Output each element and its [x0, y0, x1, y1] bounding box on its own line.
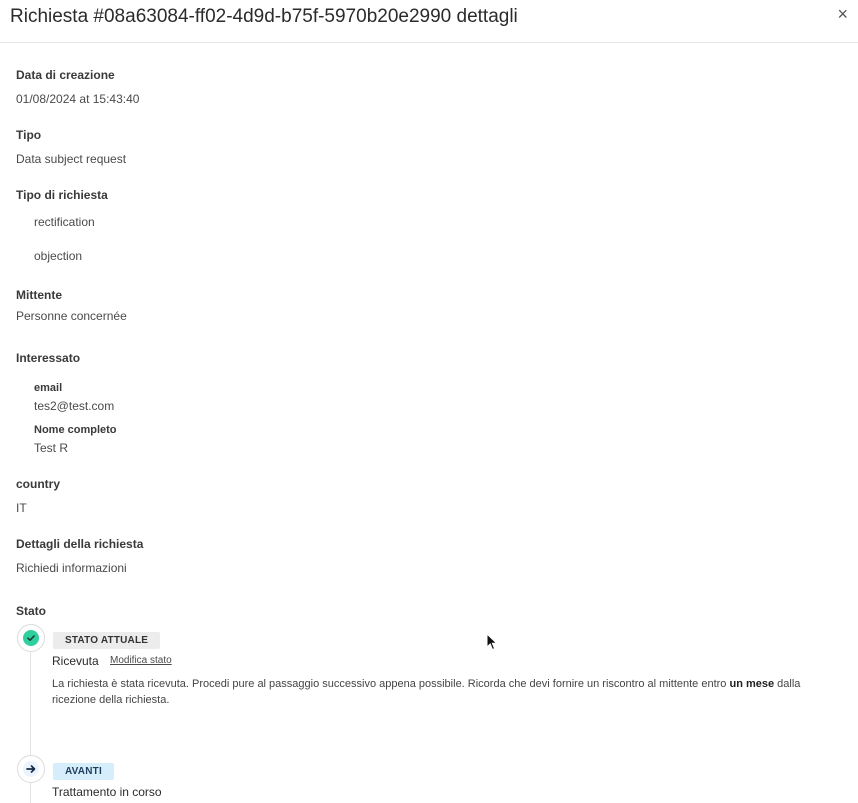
creation-date-value: 01/08/2024 at 15:43:40: [16, 92, 140, 106]
current-status-badge: STATO ATTUALE: [53, 632, 161, 649]
email-label: email: [34, 382, 63, 394]
current-status-name: Ricevuta: [52, 654, 99, 668]
modal-title: Richiesta #08a63084-ff02-4d9d-b75f-5970b…: [10, 6, 518, 27]
country-label: country: [16, 477, 61, 491]
sender-label: Mittente: [16, 288, 62, 302]
creation-date-label: Data di creazione: [16, 68, 115, 82]
modal-header: Richiesta #08a63084-ff02-4d9d-b75f-5970b…: [0, 0, 858, 43]
type-value: Data subject request: [16, 152, 127, 166]
arrow-right-icon: [23, 761, 39, 777]
sender-value: Personne concernée: [16, 309, 127, 323]
data-subject-label: Interessato: [16, 351, 81, 365]
next-status-badge: AVANTI: [53, 763, 114, 780]
request-type-label: Tipo di richiesta: [16, 188, 108, 202]
request-type-item: objection: [34, 249, 83, 263]
timeline-connector: [30, 783, 31, 803]
email-value: tes2@test.com: [34, 399, 115, 413]
full-name-label: Nome completo: [34, 424, 117, 436]
edit-status-link[interactable]: Modifica stato: [110, 655, 172, 666]
status-label: Stato: [16, 604, 46, 618]
details-value: Richiedi informazioni: [16, 561, 127, 575]
type-label: Tipo: [16, 128, 42, 142]
current-step-marker: [17, 624, 45, 652]
close-icon[interactable]: ×: [837, 4, 848, 24]
next-step-marker: [17, 755, 45, 783]
check-icon: [23, 630, 39, 646]
next-status-name: Trattamento in corso: [52, 785, 162, 799]
request-type-item: rectification: [34, 215, 95, 229]
details-label: Dettagli della richiesta: [16, 537, 144, 551]
country-value: IT: [16, 501, 27, 515]
timeline-connector: [30, 652, 31, 756]
mouse-cursor-icon: [486, 632, 498, 656]
current-status-description: La richiesta è stata ricevuta. Procedi p…: [52, 678, 801, 706]
full-name-value: Test R: [34, 441, 69, 455]
